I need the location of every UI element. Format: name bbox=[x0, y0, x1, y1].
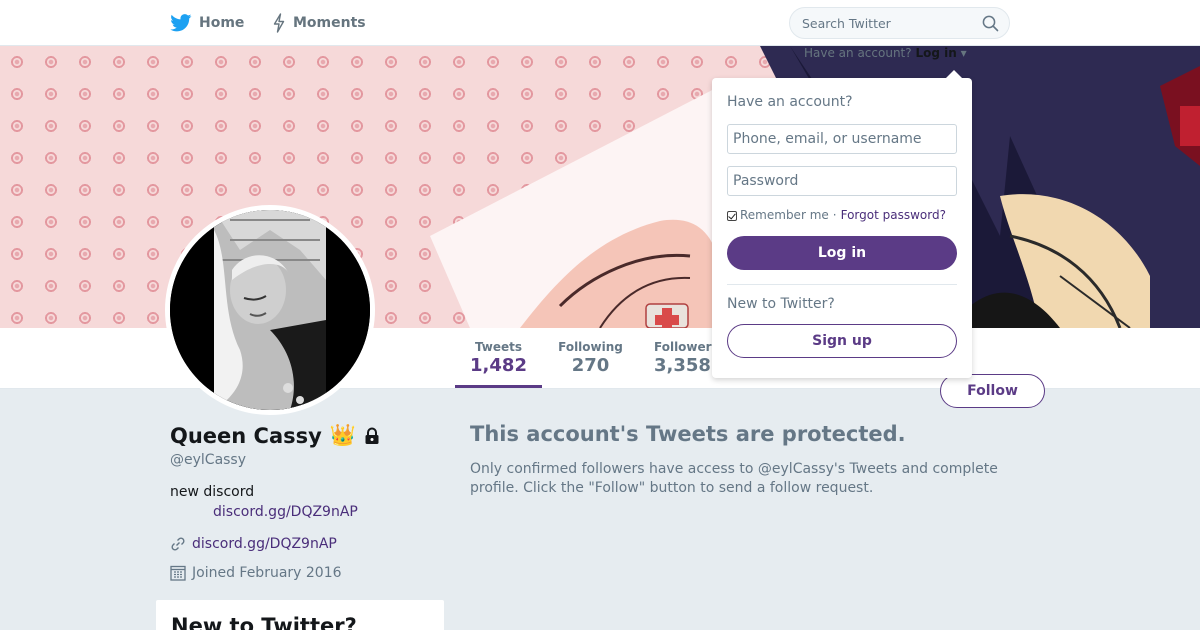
top-navigation: Home Moments bbox=[0, 0, 1200, 46]
login-hint-action[interactable]: Log in bbox=[915, 46, 956, 60]
profile-name: Queen Cassy 👑 bbox=[170, 423, 380, 448]
stat-following-value: 270 bbox=[571, 355, 610, 376]
sidebar-signup-card: New to Twitter? bbox=[156, 600, 444, 630]
nav-home-label: Home bbox=[199, 15, 245, 31]
login-dropdown: Have an account? Remember me · Forgot pa… bbox=[712, 70, 972, 378]
sidebar-signup-title: New to Twitter? bbox=[171, 614, 357, 630]
chevron-down-icon: ▾ bbox=[960, 46, 967, 60]
search-box bbox=[789, 7, 1010, 39]
stat-following-label: Following bbox=[558, 340, 623, 354]
profile-bio-text: new discord bbox=[170, 484, 255, 500]
stat-followers-value: 3,358 bbox=[654, 355, 711, 376]
search-icon[interactable] bbox=[982, 15, 999, 32]
nav-moments[interactable]: Moments bbox=[272, 0, 366, 46]
avatar-portrait bbox=[170, 210, 370, 410]
dropdown-divider bbox=[727, 284, 957, 285]
profile-handle[interactable]: @eylCassy bbox=[170, 452, 246, 468]
stat-followers[interactable]: Followers 3,358 bbox=[650, 328, 720, 388]
stat-tweets-label: Tweets bbox=[474, 340, 523, 354]
login-hint[interactable]: Have an account? Log in ▾ bbox=[804, 46, 967, 60]
twitter-bird-icon bbox=[170, 14, 192, 32]
avatar-photo bbox=[170, 210, 370, 410]
lightning-icon bbox=[273, 13, 285, 33]
forgot-password-link[interactable]: Forgot password? bbox=[841, 208, 946, 222]
profile-joined: Joined February 2016 bbox=[170, 564, 342, 581]
remember-row: Remember me · Forgot password? bbox=[727, 208, 946, 222]
stat-followers-label: Followers bbox=[654, 340, 719, 354]
protected-body: Only confirmed followers have access to … bbox=[470, 461, 998, 496]
stat-tweets[interactable]: Tweets 1,482 bbox=[455, 328, 542, 388]
login-dropdown-heading: Have an account? bbox=[727, 94, 853, 110]
follow-button[interactable]: Follow bbox=[940, 374, 1045, 408]
profile-url-link[interactable]: discord.gg/DQZ9nAP bbox=[192, 536, 337, 552]
signup-button[interactable]: Sign up bbox=[727, 324, 957, 358]
profile-url: discord.gg/DQZ9nAP bbox=[170, 536, 337, 552]
stat-following[interactable]: Following 270 bbox=[552, 328, 629, 388]
remember-me-label[interactable]: Remember me bbox=[740, 208, 829, 222]
login-button[interactable]: Log in bbox=[727, 236, 957, 270]
avatar[interactable] bbox=[165, 205, 375, 415]
dropdown-caret bbox=[945, 70, 963, 79]
lock-icon bbox=[365, 427, 379, 444]
crown-emoji: 👑 bbox=[329, 423, 356, 447]
search-input[interactable] bbox=[790, 8, 980, 38]
profile-bio-link[interactable]: discord.gg/DQZ9nAP bbox=[213, 504, 358, 520]
nav-moments-label: Moments bbox=[293, 15, 366, 31]
protected-title: This account's Tweets are protected. bbox=[470, 422, 906, 446]
link-icon bbox=[171, 537, 185, 551]
stat-tweets-value: 1,482 bbox=[470, 355, 527, 376]
profile-joined-text: Joined February 2016 bbox=[192, 564, 342, 581]
remember-separator: · bbox=[832, 208, 837, 222]
nav-home[interactable]: Home bbox=[170, 0, 244, 46]
profile-name-text: Queen Cassy bbox=[170, 423, 322, 448]
new-to-twitter-label: New to Twitter? bbox=[727, 296, 835, 312]
remember-me-checkbox[interactable] bbox=[727, 211, 737, 221]
username-field[interactable] bbox=[727, 124, 957, 154]
login-hint-question: Have an account? bbox=[804, 46, 912, 60]
calendar-icon bbox=[170, 565, 186, 581]
password-field[interactable] bbox=[727, 166, 957, 196]
